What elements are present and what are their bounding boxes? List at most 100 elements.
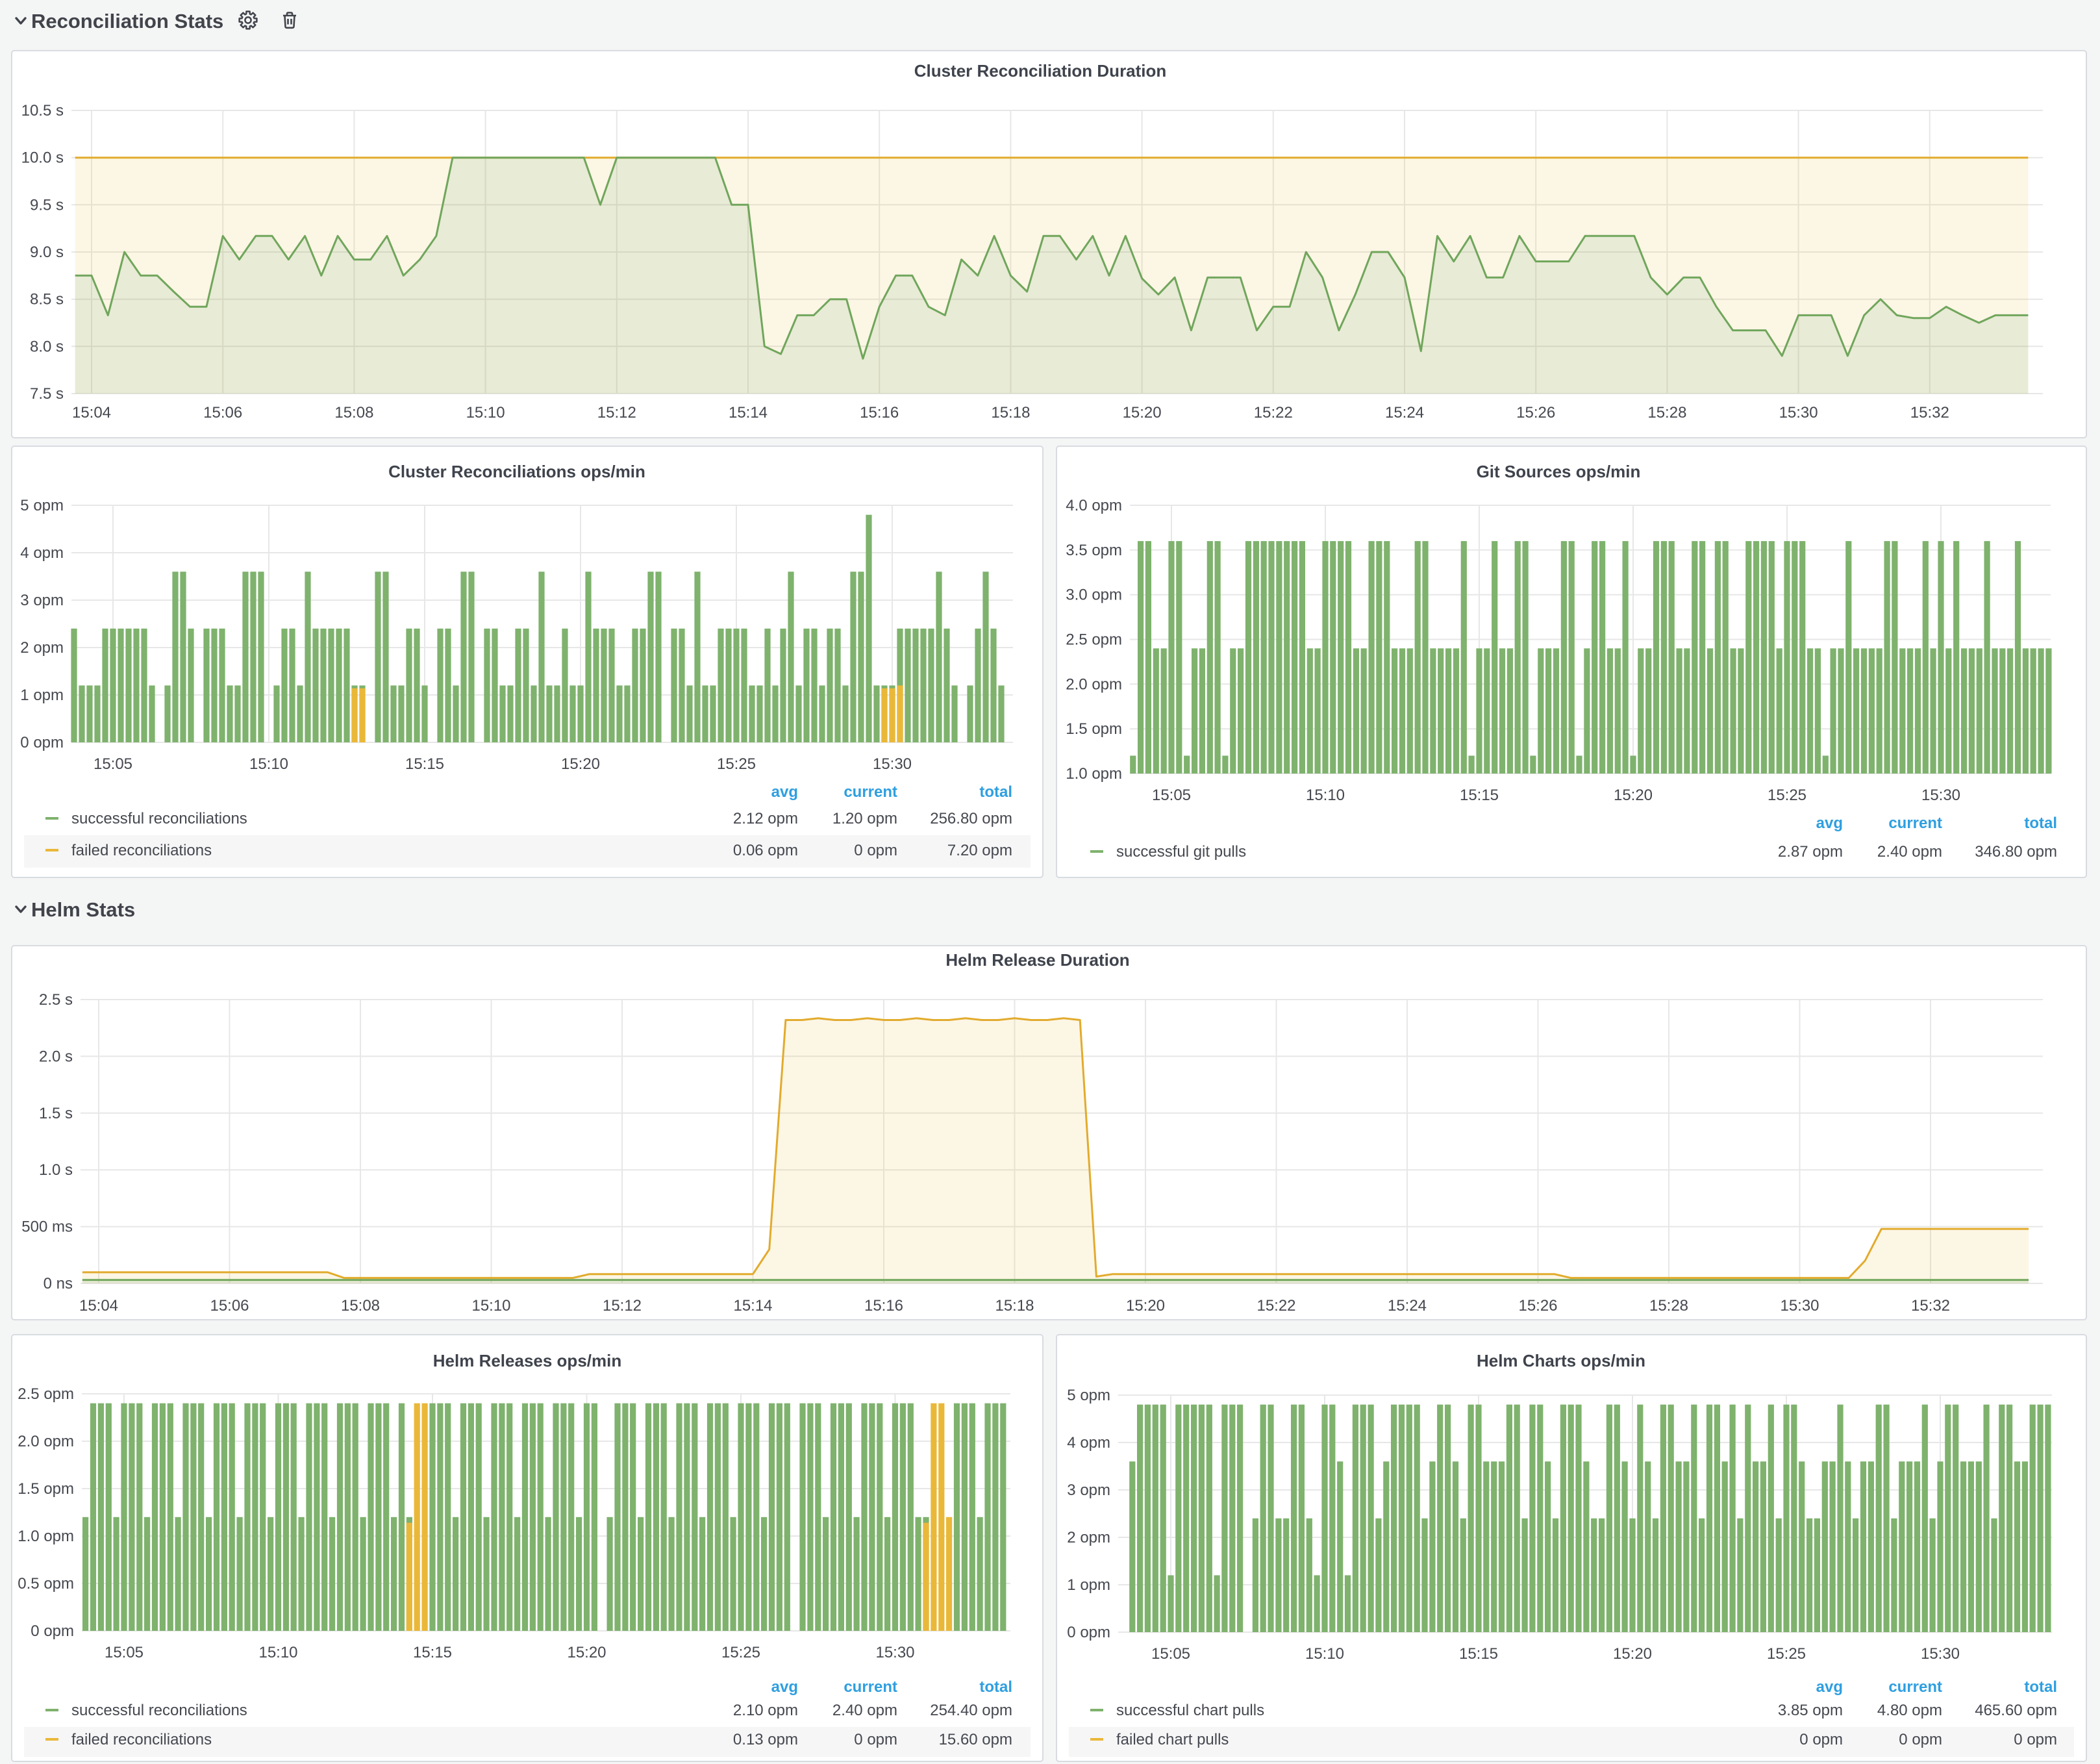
svg-text:avg: avg xyxy=(771,1678,798,1696)
svg-text:failed chart pulls: failed chart pulls xyxy=(1116,1731,1229,1748)
svg-text:2.12 opm: 2.12 opm xyxy=(733,810,798,827)
svg-text:15:20: 15:20 xyxy=(1123,404,1162,422)
svg-text:15:05: 15:05 xyxy=(1151,1645,1190,1663)
svg-text:15:22: 15:22 xyxy=(1256,1297,1295,1315)
svg-text:15:04: 15:04 xyxy=(72,404,111,422)
svg-text:1.0 opm: 1.0 opm xyxy=(18,1528,74,1545)
svg-text:15:20: 15:20 xyxy=(1126,1297,1165,1315)
svg-text:2.0 opm: 2.0 opm xyxy=(18,1433,74,1450)
svg-text:15:20: 15:20 xyxy=(1614,787,1653,804)
svg-text:0 opm: 0 opm xyxy=(854,1731,897,1748)
svg-text:15:28: 15:28 xyxy=(1649,1297,1688,1315)
svg-text:2.5 opm: 2.5 opm xyxy=(1066,631,1122,649)
svg-text:15:10: 15:10 xyxy=(471,1297,510,1315)
svg-text:15:22: 15:22 xyxy=(1254,404,1293,422)
svg-text:346.80 opm: 346.80 opm xyxy=(1975,843,2057,861)
svg-text:15:14: 15:14 xyxy=(729,404,768,422)
svg-text:15:10: 15:10 xyxy=(258,1644,297,1661)
svg-text:3.0 opm: 3.0 opm xyxy=(1066,586,1122,604)
svg-text:2.0 s: 2.0 s xyxy=(39,1048,73,1065)
svg-text:Cluster Reconciliations ops/mi: Cluster Reconciliations ops/min xyxy=(388,462,645,481)
svg-text:8.5 s: 8.5 s xyxy=(30,291,64,309)
svg-text:2.40 opm: 2.40 opm xyxy=(1877,843,1942,861)
svg-text:15:26: 15:26 xyxy=(1518,1297,1557,1315)
svg-text:15:24: 15:24 xyxy=(1388,1297,1427,1315)
svg-text:avg: avg xyxy=(1816,1678,1843,1696)
svg-text:1 opm: 1 opm xyxy=(20,687,64,704)
svg-text:8.0 s: 8.0 s xyxy=(30,338,64,355)
svg-text:1 opm: 1 opm xyxy=(1067,1576,1110,1594)
svg-text:2 opm: 2 opm xyxy=(20,639,64,657)
svg-text:15:10: 15:10 xyxy=(1305,1645,1344,1663)
svg-text:0.06 opm: 0.06 opm xyxy=(733,842,798,859)
svg-text:15:18: 15:18 xyxy=(991,404,1030,422)
svg-text:15:05: 15:05 xyxy=(1152,787,1191,804)
svg-text:0 opm: 0 opm xyxy=(31,1622,74,1640)
svg-text:successful git pulls: successful git pulls xyxy=(1116,843,1246,861)
svg-text:current: current xyxy=(1888,1678,1942,1696)
svg-text:15:16: 15:16 xyxy=(864,1297,903,1315)
svg-text:15:24: 15:24 xyxy=(1385,404,1424,422)
svg-text:15:08: 15:08 xyxy=(341,1297,380,1315)
svg-text:failed reconciliations: failed reconciliations xyxy=(71,1731,212,1748)
svg-text:9.5 s: 9.5 s xyxy=(30,196,64,214)
svg-text:3 opm: 3 opm xyxy=(20,592,64,609)
svg-text:15:30: 15:30 xyxy=(873,755,912,773)
svg-text:2.5 opm: 2.5 opm xyxy=(18,1385,74,1403)
svg-text:4.80 opm: 4.80 opm xyxy=(1877,1702,1942,1719)
svg-text:15:30: 15:30 xyxy=(1779,404,1818,422)
svg-text:15:10: 15:10 xyxy=(466,404,505,422)
svg-text:0 ns: 0 ns xyxy=(44,1275,73,1292)
svg-text:15:06: 15:06 xyxy=(203,404,242,422)
svg-text:Helm Releases ops/min: Helm Releases ops/min xyxy=(433,1351,621,1370)
svg-text:15:28: 15:28 xyxy=(1647,404,1686,422)
svg-text:15:15: 15:15 xyxy=(405,755,444,773)
svg-text:2.10 opm: 2.10 opm xyxy=(733,1702,798,1719)
svg-text:15:20: 15:20 xyxy=(1613,1645,1652,1663)
svg-text:4 opm: 4 opm xyxy=(20,544,64,562)
svg-text:avg: avg xyxy=(771,783,798,801)
svg-text:successful chart pulls: successful chart pulls xyxy=(1116,1702,1264,1719)
svg-text:15.60 opm: 15.60 opm xyxy=(939,1731,1012,1748)
svg-text:total: total xyxy=(2024,814,2057,832)
svg-text:15:08: 15:08 xyxy=(334,404,373,422)
svg-text:15:30: 15:30 xyxy=(1921,1645,1960,1663)
svg-text:1.5 s: 1.5 s xyxy=(39,1105,73,1122)
svg-text:4.0 opm: 4.0 opm xyxy=(1066,497,1122,514)
svg-text:successful reconciliations: successful reconciliations xyxy=(71,1702,247,1719)
svg-text:0 opm: 0 opm xyxy=(20,734,64,751)
svg-text:15:32: 15:32 xyxy=(1911,1297,1950,1315)
svg-text:0 opm: 0 opm xyxy=(1067,1624,1110,1641)
svg-text:465.60 opm: 465.60 opm xyxy=(1975,1702,2057,1719)
svg-text:15:18: 15:18 xyxy=(995,1297,1034,1315)
svg-text:3 opm: 3 opm xyxy=(1067,1481,1110,1499)
svg-text:total: total xyxy=(979,1678,1012,1696)
svg-text:2.40 opm: 2.40 opm xyxy=(832,1702,897,1719)
svg-text:total: total xyxy=(2024,1678,2057,1696)
svg-text:15:05: 15:05 xyxy=(105,1644,144,1661)
svg-text:successful reconciliations: successful reconciliations xyxy=(71,810,247,827)
svg-text:15:26: 15:26 xyxy=(1516,404,1555,422)
svg-text:15:20: 15:20 xyxy=(567,1644,606,1661)
svg-text:0 opm: 0 opm xyxy=(1899,1731,1942,1748)
svg-text:1.20 opm: 1.20 opm xyxy=(832,810,897,827)
svg-text:500 ms: 500 ms xyxy=(21,1218,73,1236)
svg-text:7.20 opm: 7.20 opm xyxy=(947,842,1012,859)
svg-text:15:10: 15:10 xyxy=(249,755,288,773)
svg-text:15:14: 15:14 xyxy=(733,1297,772,1315)
svg-text:15:15: 15:15 xyxy=(1459,1645,1498,1663)
svg-text:15:32: 15:32 xyxy=(1910,404,1949,422)
svg-text:2.0 opm: 2.0 opm xyxy=(1066,675,1122,693)
svg-text:current: current xyxy=(844,783,897,801)
svg-text:15:25: 15:25 xyxy=(721,1644,760,1661)
svg-text:1.5 opm: 1.5 opm xyxy=(18,1480,74,1498)
svg-text:1.0 opm: 1.0 opm xyxy=(1066,765,1122,783)
svg-text:current: current xyxy=(844,1678,897,1696)
svg-text:5 opm: 5 opm xyxy=(20,497,64,514)
svg-text:15:15: 15:15 xyxy=(413,1644,452,1661)
svg-text:Helm Charts ops/min: Helm Charts ops/min xyxy=(1477,1351,1645,1370)
svg-text:2.5 s: 2.5 s xyxy=(39,991,73,1009)
svg-text:15:20: 15:20 xyxy=(561,755,600,773)
svg-text:15:05: 15:05 xyxy=(94,755,132,773)
svg-text:0 opm: 0 opm xyxy=(2014,1731,2057,1748)
